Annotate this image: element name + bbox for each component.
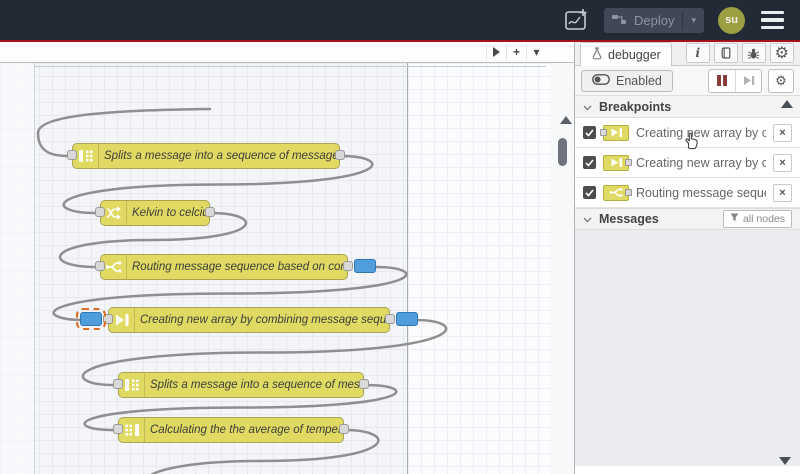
output-port[interactable] (339, 424, 349, 434)
breakpoint-checkbox-checked[interactable] (583, 186, 596, 199)
pause-button[interactable] (709, 70, 735, 92)
node-label: Splits a message into a sequence of mess… (150, 379, 363, 391)
mouse-cursor (683, 131, 700, 156)
canvas-top-edge (35, 66, 546, 67)
remove-breakpoint-button[interactable]: × (773, 153, 792, 172)
input-port[interactable] (95, 261, 105, 271)
tab-info-button[interactable]: i (685, 43, 710, 63)
tab-debugger-label: debugger (608, 47, 661, 62)
pause-step-group (708, 68, 762, 93)
node-label: Splits a message into a sequence of mess… (104, 150, 339, 162)
sidebar: debugger i ⚙ ▾ Enabled (574, 42, 800, 474)
breakpoint-marker-input-selected[interactable] (76, 308, 106, 330)
join-node-mini-icon (603, 154, 632, 171)
debugger-toolbar: Enabled ⚙ (575, 66, 800, 96)
chevron-down-icon (583, 100, 592, 114)
input-port[interactable] (113, 379, 123, 389)
chevron-down-icon (583, 212, 592, 226)
flow-node-change[interactable]: Kelvin to celcius (95, 200, 215, 226)
canvas-scroll-up-arrow[interactable] (560, 116, 572, 124)
sidebar-scroll-up-arrow[interactable] (781, 100, 793, 108)
filter-label: all nodes (742, 213, 785, 225)
node-label: Calculating the the average of temperatu… (150, 424, 343, 436)
debugger-settings-button[interactable]: ⚙ (768, 68, 794, 93)
node-red-app: Deploy ▾ su + ▾ Splits a message into a … (0, 0, 800, 474)
breakpoint-label: Routing message sequence based on condit… (636, 185, 766, 200)
header-accent-line (0, 40, 800, 42)
funnel-icon (730, 213, 739, 225)
flow-node-split-2[interactable]: Splits a message into a sequence of mess… (113, 372, 369, 398)
flow-node-switch[interactable]: Routing message sequence based on condit… (95, 254, 376, 280)
user-avatar[interactable]: su (718, 6, 745, 34)
node-label: Creating new array by combining message … (140, 314, 389, 326)
flow-list-caret-button[interactable]: ▾ (526, 44, 546, 60)
tab-scroll-right-button[interactable] (486, 44, 506, 60)
breakpoint-label: Creating new array by combining message … (636, 125, 766, 140)
mini-output-port (625, 159, 632, 166)
tab-help-book-button[interactable] (713, 43, 738, 63)
message-filter-button[interactable]: all nodes (722, 210, 792, 228)
flow-workspace: + ▾ Splits a message into a sequence of … (0, 42, 574, 474)
input-port[interactable] (113, 424, 123, 434)
sidebar-scroll-down-arrow[interactable] (779, 457, 791, 465)
deploy-dropdown-caret[interactable]: ▾ (682, 10, 704, 30)
node-label: Kelvin to celcius (132, 207, 209, 219)
breakpoint-label: Creating new array by combining message … (636, 155, 766, 170)
tab-debugger[interactable]: debugger (580, 42, 672, 66)
header: Deploy ▾ su (0, 0, 800, 40)
input-port[interactable] (95, 207, 105, 217)
messages-empty-area (575, 230, 800, 474)
tab-settings-gear-button[interactable]: ⚙ (769, 43, 794, 63)
breakpoints-section-header[interactable]: Breakpoints (575, 96, 800, 118)
breakpoint-checkbox-checked[interactable] (583, 156, 596, 169)
input-port[interactable] (103, 314, 113, 324)
debugger-enabled-toggle[interactable]: Enabled (581, 69, 673, 92)
remove-breakpoint-button[interactable]: × (773, 123, 792, 142)
output-port[interactable] (335, 150, 345, 160)
sidebar-tabs: debugger i ⚙ ▾ (575, 42, 800, 66)
output-port[interactable] (385, 314, 395, 324)
output-port[interactable] (205, 207, 215, 217)
step-button[interactable] (735, 69, 761, 92)
breakpoint-marker-output[interactable] (354, 259, 376, 273)
messages-section-header[interactable]: Messages all nodes (575, 208, 800, 230)
breakpoint-marker-output[interactable] (396, 312, 418, 326)
switch-node-mini-icon (603, 184, 632, 201)
deploy-label: Deploy (634, 12, 675, 28)
join-node-mini-icon (600, 124, 629, 141)
enabled-label: Enabled (616, 73, 662, 88)
mini-output-port (625, 189, 632, 196)
canvas-vscroll-thumb[interactable] (558, 138, 567, 166)
output-port[interactable] (343, 261, 353, 271)
flask-icon (591, 46, 603, 63)
add-flow-button[interactable]: + (506, 44, 526, 60)
breakpoints-title: Breakpoints (599, 99, 672, 114)
mini-input-port (600, 129, 607, 136)
remove-breakpoint-button[interactable]: × (773, 183, 792, 202)
flow-node-split-1[interactable]: Splits a message into a sequence of mess… (67, 143, 345, 169)
flow-assistant-icon[interactable] (562, 6, 590, 34)
node-label: Routing message sequence based on condit… (132, 261, 347, 273)
flow-tab-bar: + ▾ (0, 42, 574, 63)
breakpoint-row[interactable]: Routing message sequence based on condit… (575, 178, 800, 208)
output-port[interactable] (359, 379, 369, 389)
input-port[interactable] (67, 150, 77, 160)
deploy-button[interactable]: Deploy ▾ (604, 7, 704, 33)
deploy-icon (612, 12, 628, 29)
breakpoint-checkbox-checked[interactable] (583, 126, 596, 139)
tab-debug-bug-button[interactable] (741, 43, 766, 63)
messages-title: Messages (599, 212, 659, 226)
toggle-on-icon (592, 73, 610, 88)
flow-node-join-1[interactable]: Creating new array by combining message … (76, 307, 418, 333)
flow-node-join-2[interactable]: Calculating the the average of temperatu… (113, 417, 349, 443)
main-menu-button[interactable] (759, 7, 786, 34)
